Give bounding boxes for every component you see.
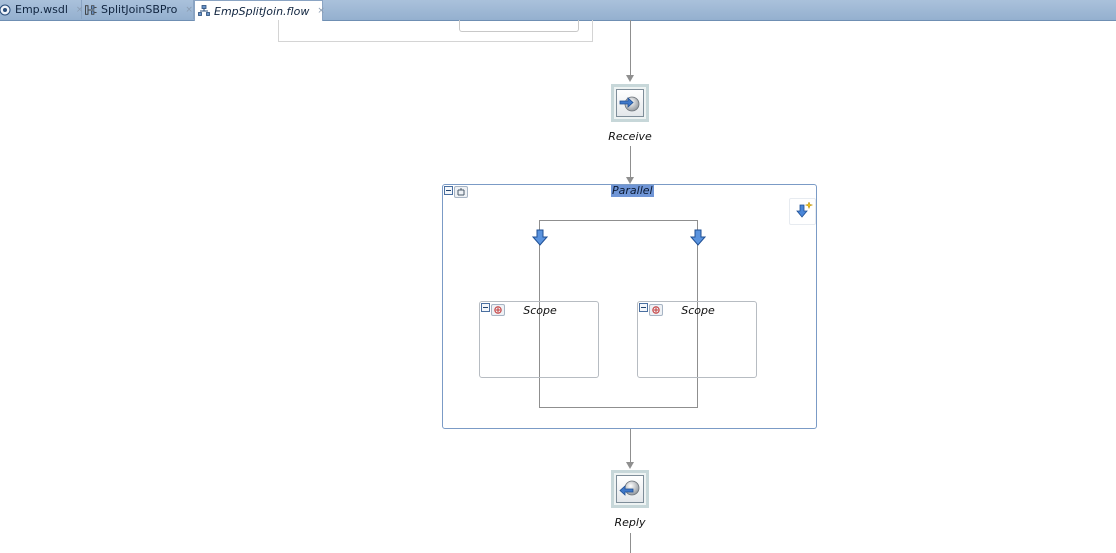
- connector-line: [630, 533, 631, 553]
- scope-label: Scope: [681, 304, 715, 317]
- connector-line: [630, 429, 631, 462]
- scope-label: Scope: [523, 304, 557, 317]
- add-branch-button[interactable]: [789, 198, 816, 225]
- connector-arrow-icon: [626, 177, 634, 184]
- wsdl-file-icon: [0, 4, 11, 16]
- receive-icon: [616, 89, 644, 117]
- branch-connector: [539, 407, 698, 408]
- parallel-icon: [454, 186, 468, 198]
- tab-emp-wsdl[interactable]: Emp.wsdl ×: [0, 0, 83, 19]
- branch-connector: [539, 220, 698, 221]
- connector-arrow-icon: [626, 75, 634, 82]
- reply-label: Reply: [614, 516, 646, 529]
- connector-line: [630, 146, 631, 177]
- tab-label: Emp.wsdl: [15, 3, 68, 16]
- close-icon[interactable]: ×: [185, 5, 193, 15]
- branch-drop-arrow-icon[interactable]: [531, 229, 549, 247]
- receive-label: Receive: [608, 130, 652, 143]
- tab-empsplitjoin-flow[interactable]: EmpSplitJoin.flow ×: [194, 0, 325, 21]
- editor-tab-bar: Emp.wsdl × SplitJoinSBPro × EmpSplitJoin…: [0, 0, 1116, 21]
- tab-label: EmpSplitJoin.flow: [214, 4, 310, 18]
- project-icon: [85, 4, 97, 16]
- connector-line: [630, 20, 631, 75]
- close-icon[interactable]: ×: [317, 6, 325, 16]
- branch-drop-arrow-icon[interactable]: [689, 229, 707, 247]
- tab-splitjoinsbpro[interactable]: SplitJoinSBPro ×: [82, 0, 194, 19]
- reply-icon: [616, 475, 644, 503]
- parallel-container[interactable]: Parallel Scope Scope: [442, 184, 817, 429]
- collapse-button[interactable]: [444, 186, 453, 195]
- flow-editor: Emp.wsdl × SplitJoinSBPro × EmpSplitJoin…: [0, 0, 1116, 553]
- flow-file-icon: [198, 5, 210, 17]
- receive-activity[interactable]: [611, 84, 649, 122]
- scope-left[interactable]: Scope: [479, 301, 599, 378]
- reply-activity[interactable]: [611, 470, 649, 508]
- connector-arrow-icon: [626, 462, 634, 469]
- previous-activity-inner: [459, 20, 579, 32]
- tab-label: SplitJoinSBPro: [101, 3, 178, 16]
- previous-activity-box[interactable]: [278, 20, 593, 42]
- scope-right[interactable]: Scope: [637, 301, 757, 378]
- parallel-title[interactable]: Parallel: [611, 185, 654, 197]
